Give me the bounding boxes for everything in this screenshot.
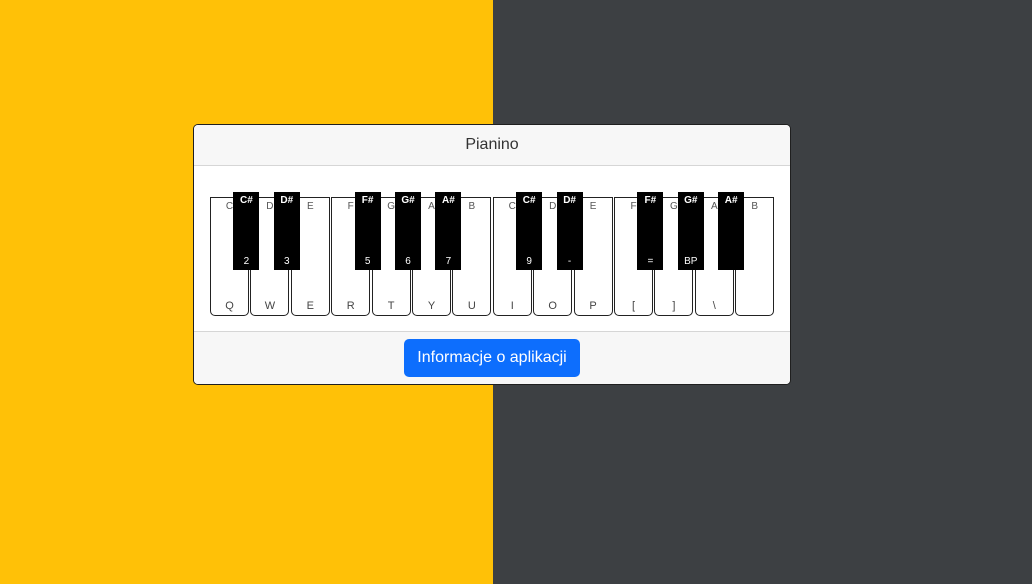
white-key-hotkey: U — [467, 300, 476, 312]
black-key[interactable]: C# 2 — [233, 192, 260, 270]
white-key-hotkey: T — [387, 300, 395, 312]
black-key-hotkey: 7 — [445, 256, 452, 267]
white-key-hotkey: O — [548, 300, 557, 312]
black-key[interactable]: G# BP — [677, 192, 704, 270]
white-key-hotkey: \ — [712, 300, 716, 312]
white-key-hotkey: Y — [427, 300, 436, 312]
black-key[interactable]: D# - — [556, 192, 583, 270]
black-key-hotkey: - — [567, 256, 572, 267]
white-key-hotkey: P — [589, 300, 597, 312]
card-body: C Q D W E E F R G T A Y B U C I D O E P F[G] A \ B C# 2 D# 3 F# 5 G# 6 A… — [194, 166, 790, 332]
white-key-hotkey: I — [510, 300, 514, 312]
black-key-hotkey: 6 — [405, 256, 411, 267]
black-key-hotkey: BP — [684, 256, 698, 267]
black-key[interactable]: A# 7 — [435, 192, 462, 270]
black-key-hotkey: 3 — [284, 256, 290, 267]
black-key-note: D# — [563, 195, 576, 206]
card-footer: Informacje o aplikacji — [194, 332, 790, 384]
black-key-note: G# — [401, 195, 415, 206]
black-key-hotkey: 2 — [243, 256, 250, 267]
black-key-note: A# — [724, 195, 738, 206]
white-key-hotkey: E — [306, 300, 314, 312]
piano-card: Pianino C Q D W E E F R G T A Y B U C I D O E P F[G] A \ B C# 2 D#… — [193, 124, 791, 385]
black-key[interactable]: D# 3 — [273, 192, 300, 270]
black-key-hotkey: 9 — [526, 256, 532, 267]
app-info-button[interactable]: Informacje o aplikacji — [404, 339, 580, 377]
black-key[interactable]: F# 5 — [354, 192, 381, 270]
black-key-note: A# — [441, 195, 455, 206]
black-key-note: C# — [522, 195, 536, 206]
white-key-hotkey: Q — [225, 300, 234, 312]
white-key-hotkey: W — [264, 300, 276, 312]
black-key-note: D# — [280, 195, 294, 206]
black-key[interactable]: F# = — [637, 192, 664, 270]
piano-keyboard: C Q D W E E F R G T A Y B U C I D O E P F[G] A \ B C# 2 D# 3 F# 5 G# 6 A… — [210, 192, 776, 318]
card-header: Pianino — [194, 125, 790, 166]
black-key[interactable]: C# 9 — [516, 192, 543, 270]
black-key-note: F# — [644, 195, 657, 206]
white-key-hotkey: ] — [672, 300, 676, 312]
black-key-note: C# — [239, 195, 253, 206]
black-key[interactable]: A# — [718, 192, 745, 270]
black-key-note: F# — [361, 195, 374, 206]
black-key-note: G# — [684, 195, 698, 206]
black-key-hotkey: = — [647, 256, 654, 267]
white-key-hotkey: R — [346, 300, 355, 312]
card-title: Pianino — [465, 136, 519, 153]
black-key-hotkey: 5 — [364, 256, 371, 267]
white-key-hotkey: [ — [631, 300, 636, 312]
black-key[interactable]: G# 6 — [395, 192, 421, 270]
